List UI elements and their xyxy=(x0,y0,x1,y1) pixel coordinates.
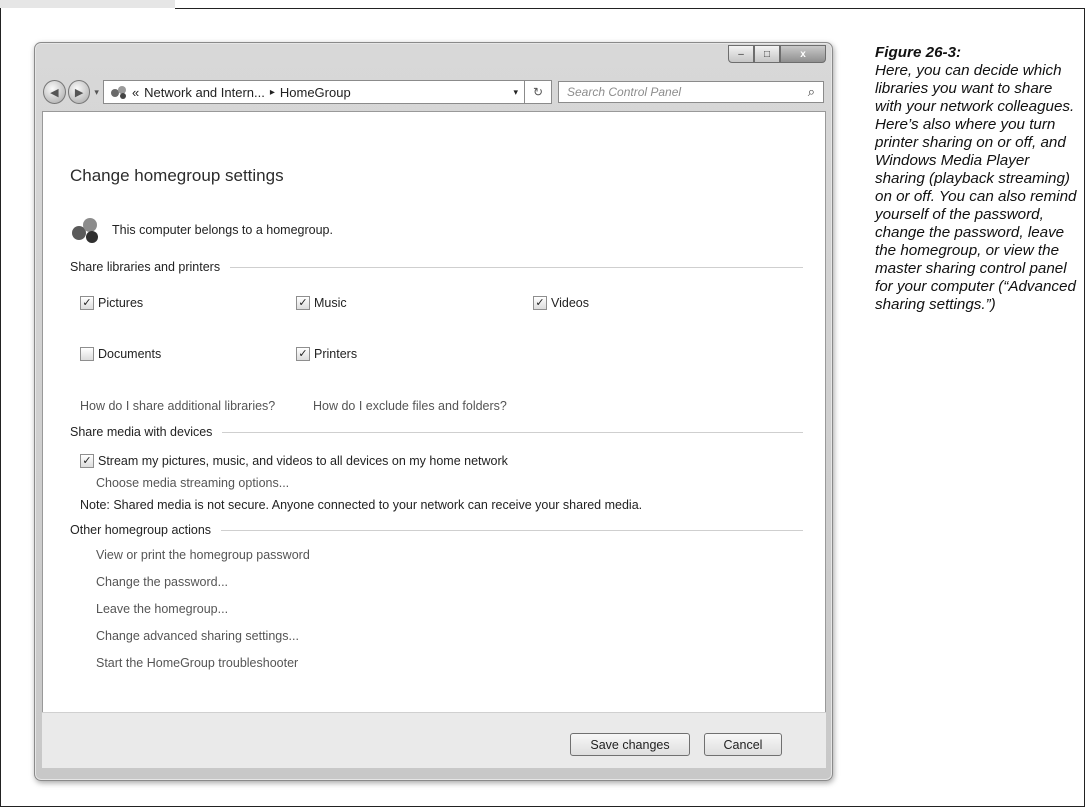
homegroup-status-text: This computer belongs to a homegroup. xyxy=(112,223,333,237)
leave-homegroup-link[interactable]: Leave the homegroup... xyxy=(96,602,228,616)
documents-checkbox[interactable]: Documents xyxy=(80,347,161,361)
address-dropdown-icon[interactable]: ▾ xyxy=(507,87,524,98)
navigation-bar: ◀ ▶ ▾ « Network and Intern... ▸ HomeGrou… xyxy=(43,79,824,105)
videos-checkbox[interactable]: ✓ Videos xyxy=(533,296,589,310)
forward-button[interactable]: ▶ xyxy=(67,80,91,104)
maximize-button[interactable]: □ xyxy=(754,45,780,63)
figure-number: Figure 26-3: xyxy=(875,44,962,61)
stream-media-checkbox[interactable]: ✓ Stream my pictures, music, and videos … xyxy=(80,454,508,468)
address-bar[interactable]: « Network and Intern... ▸ HomeGroup ▾ ↻ xyxy=(102,80,552,104)
close-button[interactable]: x xyxy=(780,45,826,63)
checkbox-label: Printers xyxy=(314,347,358,361)
checkbox-check-icon: ✓ xyxy=(296,296,310,310)
music-checkbox[interactable]: ✓ Music xyxy=(296,296,347,310)
section-heading: Other homegroup actions xyxy=(70,523,212,537)
figure-caption: Figure 26-3: Here, you can decide which … xyxy=(875,44,1080,314)
caption-text: Here, you can decide which libraries you… xyxy=(875,62,1077,313)
forward-arrow-icon: ▶ xyxy=(74,86,84,99)
breadcrumb-homegroup[interactable]: HomeGroup xyxy=(280,85,351,100)
exclude-files-link[interactable]: How do I exclude files and folders? xyxy=(313,399,507,413)
recent-pages-dropdown[interactable]: ▾ xyxy=(94,87,99,98)
breadcrumb-separator-icon[interactable]: ▸ xyxy=(270,87,275,98)
printers-checkbox[interactable]: ✓ Printers xyxy=(296,347,357,361)
troubleshooter-link[interactable]: Start the HomeGroup troubleshooter xyxy=(96,656,298,670)
refresh-icon[interactable]: ↻ xyxy=(524,81,551,103)
advanced-sharing-link[interactable]: Change advanced sharing settings... xyxy=(96,629,299,643)
view-print-password-link[interactable]: View or print the homegroup password xyxy=(96,548,310,562)
checkbox-check-icon: ✓ xyxy=(80,454,94,468)
checkbox-label: Pictures xyxy=(98,296,144,310)
homegroup-status: This computer belongs to a homegroup. xyxy=(70,216,333,244)
page-tab-decoration xyxy=(0,0,175,8)
search-icon[interactable]: ⌕ xyxy=(808,84,823,100)
share-additional-libraries-link[interactable]: How do I share additional libraries? xyxy=(80,399,275,413)
page-title: Change homegroup settings xyxy=(70,166,284,185)
checkbox-check-icon: ✓ xyxy=(296,347,310,361)
breadcrumb-network[interactable]: Network and Intern... xyxy=(144,85,265,100)
media-streaming-options-link[interactable]: Choose media streaming options... xyxy=(96,476,289,490)
checkbox-unchecked-icon xyxy=(80,347,94,361)
checkbox-label: Videos xyxy=(551,296,589,310)
share-libraries-section: Share libraries and printers xyxy=(70,260,803,274)
back-arrow-icon: ◀ xyxy=(50,86,59,99)
dialog-footer: Save changes Cancel xyxy=(42,712,826,768)
section-heading: Share libraries and printers xyxy=(70,260,221,274)
address-prefix: « xyxy=(131,84,140,100)
pictures-checkbox[interactable]: ✓ Pictures xyxy=(80,296,143,310)
minimize-button[interactable]: – xyxy=(728,45,754,63)
share-media-section: Share media with devices xyxy=(70,425,803,439)
checkbox-check-icon: ✓ xyxy=(80,296,94,310)
change-password-link[interactable]: Change the password... xyxy=(96,575,228,589)
homegroup-settings-panel: Change homegroup settings This computer … xyxy=(42,111,826,713)
homegroup-small-icon xyxy=(110,86,126,99)
control-panel-window: – □ x ◀ ▶ ▾ « Network and Intern... ▸ Ho… xyxy=(34,42,833,781)
checkbox-label: Music xyxy=(314,296,347,310)
checkbox-check-icon: ✓ xyxy=(533,296,547,310)
save-changes-button[interactable]: Save changes xyxy=(570,733,690,756)
other-actions-section: Other homegroup actions xyxy=(70,523,803,537)
security-note: Note: Shared media is not secure. Anyone… xyxy=(80,498,643,512)
section-heading: Share media with devices xyxy=(70,425,213,439)
homegroup-icon xyxy=(72,218,98,243)
checkbox-label: Stream my pictures, music, and videos to… xyxy=(98,454,508,468)
window-controls: – □ x xyxy=(728,45,826,63)
checkbox-label: Documents xyxy=(98,347,162,361)
cancel-button[interactable]: Cancel xyxy=(704,733,782,756)
search-placeholder: Search Control Panel xyxy=(567,85,682,99)
search-input[interactable]: Search Control Panel ⌕ xyxy=(558,81,824,103)
back-button[interactable]: ◀ xyxy=(43,80,66,104)
